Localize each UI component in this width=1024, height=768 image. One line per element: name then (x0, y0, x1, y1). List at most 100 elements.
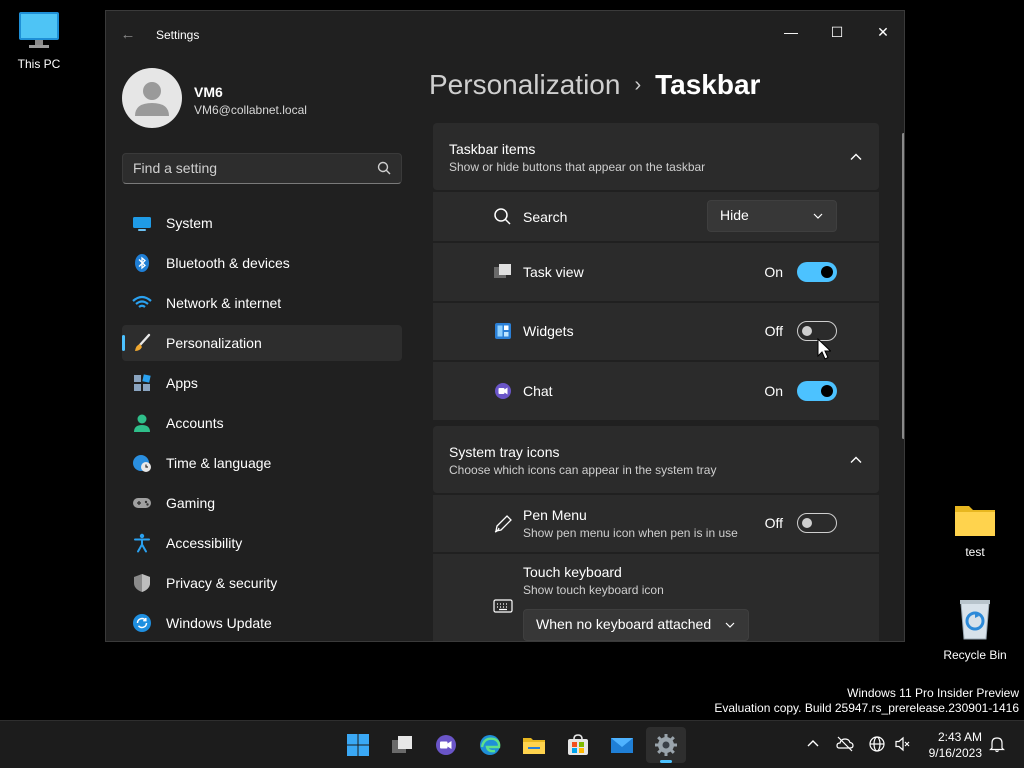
dropdown-value: Hide (720, 207, 749, 223)
chevron-up-icon[interactable] (804, 735, 822, 753)
title-bar: ← Settings — ☐ ✕ (106, 11, 904, 57)
close-button[interactable]: ✕ (860, 17, 904, 47)
pen-menu-toggle[interactable] (797, 513, 837, 533)
sidebar-item-label: Privacy & security (166, 575, 278, 591)
watermark-build: Evaluation copy. Build 25947.rs_prerelea… (714, 701, 1019, 715)
mail-button[interactable] (602, 727, 642, 763)
search-setting-row: Search Hide (433, 192, 879, 241)
vertical-scrollbar[interactable] (902, 133, 904, 439)
section-title: Taskbar items (449, 141, 536, 157)
chevron-up-icon[interactable] (849, 150, 863, 164)
search-mode-dropdown[interactable]: Hide (707, 200, 837, 232)
chat-button[interactable] (426, 727, 466, 763)
system-icon (132, 213, 152, 233)
file-explorer-button[interactable] (514, 727, 554, 763)
task-view-setting-row: Task view On (433, 243, 879, 301)
chat-icon (493, 381, 513, 401)
edge-button[interactable] (470, 727, 510, 763)
chevron-down-icon (812, 209, 824, 221)
mail-icon (611, 738, 633, 753)
toggle-state-label: On (764, 264, 783, 280)
sidebar-item-time-language[interactable]: Time & language (122, 445, 402, 481)
maximize-button[interactable]: ☐ (814, 17, 860, 47)
task-view-button[interactable] (382, 727, 422, 763)
chevron-up-icon[interactable] (849, 453, 863, 467)
section-subtitle: Show or hide buttons that appear on the … (449, 160, 706, 174)
sidebar-item-system[interactable]: System (122, 205, 402, 241)
dropdown-value: When no keyboard attached (536, 616, 712, 632)
desktop-icon-test-folder[interactable]: test (940, 500, 1010, 559)
back-arrow-icon[interactable]: ← (118, 25, 138, 45)
taskbar-items-section-header[interactable]: Taskbar items Show or hide buttons that … (433, 123, 879, 190)
sidebar-item-windows-update[interactable]: Windows Update (122, 605, 402, 641)
sidebar-item-gaming[interactable]: Gaming (122, 485, 402, 521)
brush-icon (132, 333, 152, 353)
system-clock[interactable]: 2:43 AM 9/16/2023 (922, 729, 982, 761)
desktop-icon-label: This PC (17, 57, 61, 71)
desktop-icon-recycle-bin[interactable]: Recycle Bin (940, 597, 1010, 662)
task-view-icon (493, 262, 513, 282)
settings-button[interactable] (646, 727, 686, 763)
sidebar-item-label: Accounts (166, 415, 224, 431)
apps-icon (132, 373, 152, 393)
sidebar-item-label: Windows Update (166, 615, 272, 631)
volume-muted-icon[interactable] (894, 735, 912, 753)
setting-label: Pen Menu (523, 507, 587, 523)
onedrive-offline-icon[interactable] (836, 735, 854, 753)
sidebar-item-label: Accessibility (166, 535, 243, 551)
search-icon[interactable] (377, 161, 391, 180)
edge-icon (480, 735, 501, 755)
folder-icon (940, 500, 1010, 541)
bluetooth-icon (132, 253, 152, 273)
mouse-cursor-icon (817, 337, 832, 365)
breadcrumb-separator: › (634, 74, 642, 96)
user-profile: VM6 VM6@collabnet.local (122, 68, 402, 128)
window-title: Settings (156, 28, 200, 42)
setting-label: Search (523, 209, 568, 225)
sidebar-item-bluetooth[interactable]: Bluetooth & devices (122, 245, 402, 281)
wifi-icon (132, 293, 152, 313)
start-button[interactable] (338, 727, 378, 763)
sidebar-item-label: Bluetooth & devices (166, 255, 290, 271)
settings-window: ← Settings — ☐ ✕ VM6 VM6@collabnet.local… (105, 10, 905, 642)
setting-label: Widgets (523, 323, 574, 339)
chevron-down-icon (724, 618, 736, 630)
touch-keyboard-dropdown[interactable]: When no keyboard attached (523, 609, 749, 641)
search-input[interactable] (133, 160, 363, 176)
section-title: System tray icons (449, 444, 560, 460)
search-icon (493, 207, 513, 227)
file-explorer-icon (523, 738, 545, 754)
user-email: VM6@collabnet.local (194, 103, 307, 117)
minimize-button[interactable]: — (768, 17, 814, 47)
settings-icon (655, 734, 677, 756)
section-subtitle: Choose which icons can appear in the sys… (449, 463, 717, 477)
sidebar-item-privacy[interactable]: Privacy & security (122, 565, 402, 601)
start-icon (347, 734, 369, 756)
sidebar-item-apps[interactable]: Apps (122, 365, 402, 401)
store-button[interactable] (558, 727, 598, 763)
settings-search-box[interactable] (122, 153, 402, 184)
sidebar-item-personalization[interactable]: Personalization (122, 325, 402, 361)
clock-time: 2:43 AM (937, 730, 982, 744)
store-icon (568, 734, 588, 755)
setting-description: Show touch keyboard icon (523, 583, 664, 597)
breadcrumb: Personalization › Taskbar (429, 69, 760, 109)
desktop-icon-label: Recycle Bin (943, 648, 1007, 662)
notification-bell-icon[interactable] (988, 735, 1006, 753)
system-tray-section-header[interactable]: System tray icons Choose which icons can… (433, 426, 879, 493)
globe-clock-icon (132, 453, 152, 473)
avatar[interactable] (122, 68, 182, 128)
network-globe-icon[interactable] (868, 735, 886, 753)
sidebar-item-accounts[interactable]: Accounts (122, 405, 402, 441)
sidebar-item-label: Gaming (166, 495, 216, 511)
desktop-icon-this-pc[interactable]: This PC (4, 10, 74, 71)
breadcrumb-parent[interactable]: Personalization (429, 69, 620, 100)
watermark-edition: Windows 11 Pro Insider Preview (847, 686, 1019, 700)
chat-toggle[interactable] (797, 381, 837, 401)
update-icon (132, 613, 152, 633)
sidebar-item-network[interactable]: Network & internet (122, 285, 402, 321)
chat-icon (436, 735, 456, 755)
task-view-toggle[interactable] (797, 262, 837, 282)
pen-icon (493, 514, 513, 534)
sidebar-item-accessibility[interactable]: Accessibility (122, 525, 402, 561)
